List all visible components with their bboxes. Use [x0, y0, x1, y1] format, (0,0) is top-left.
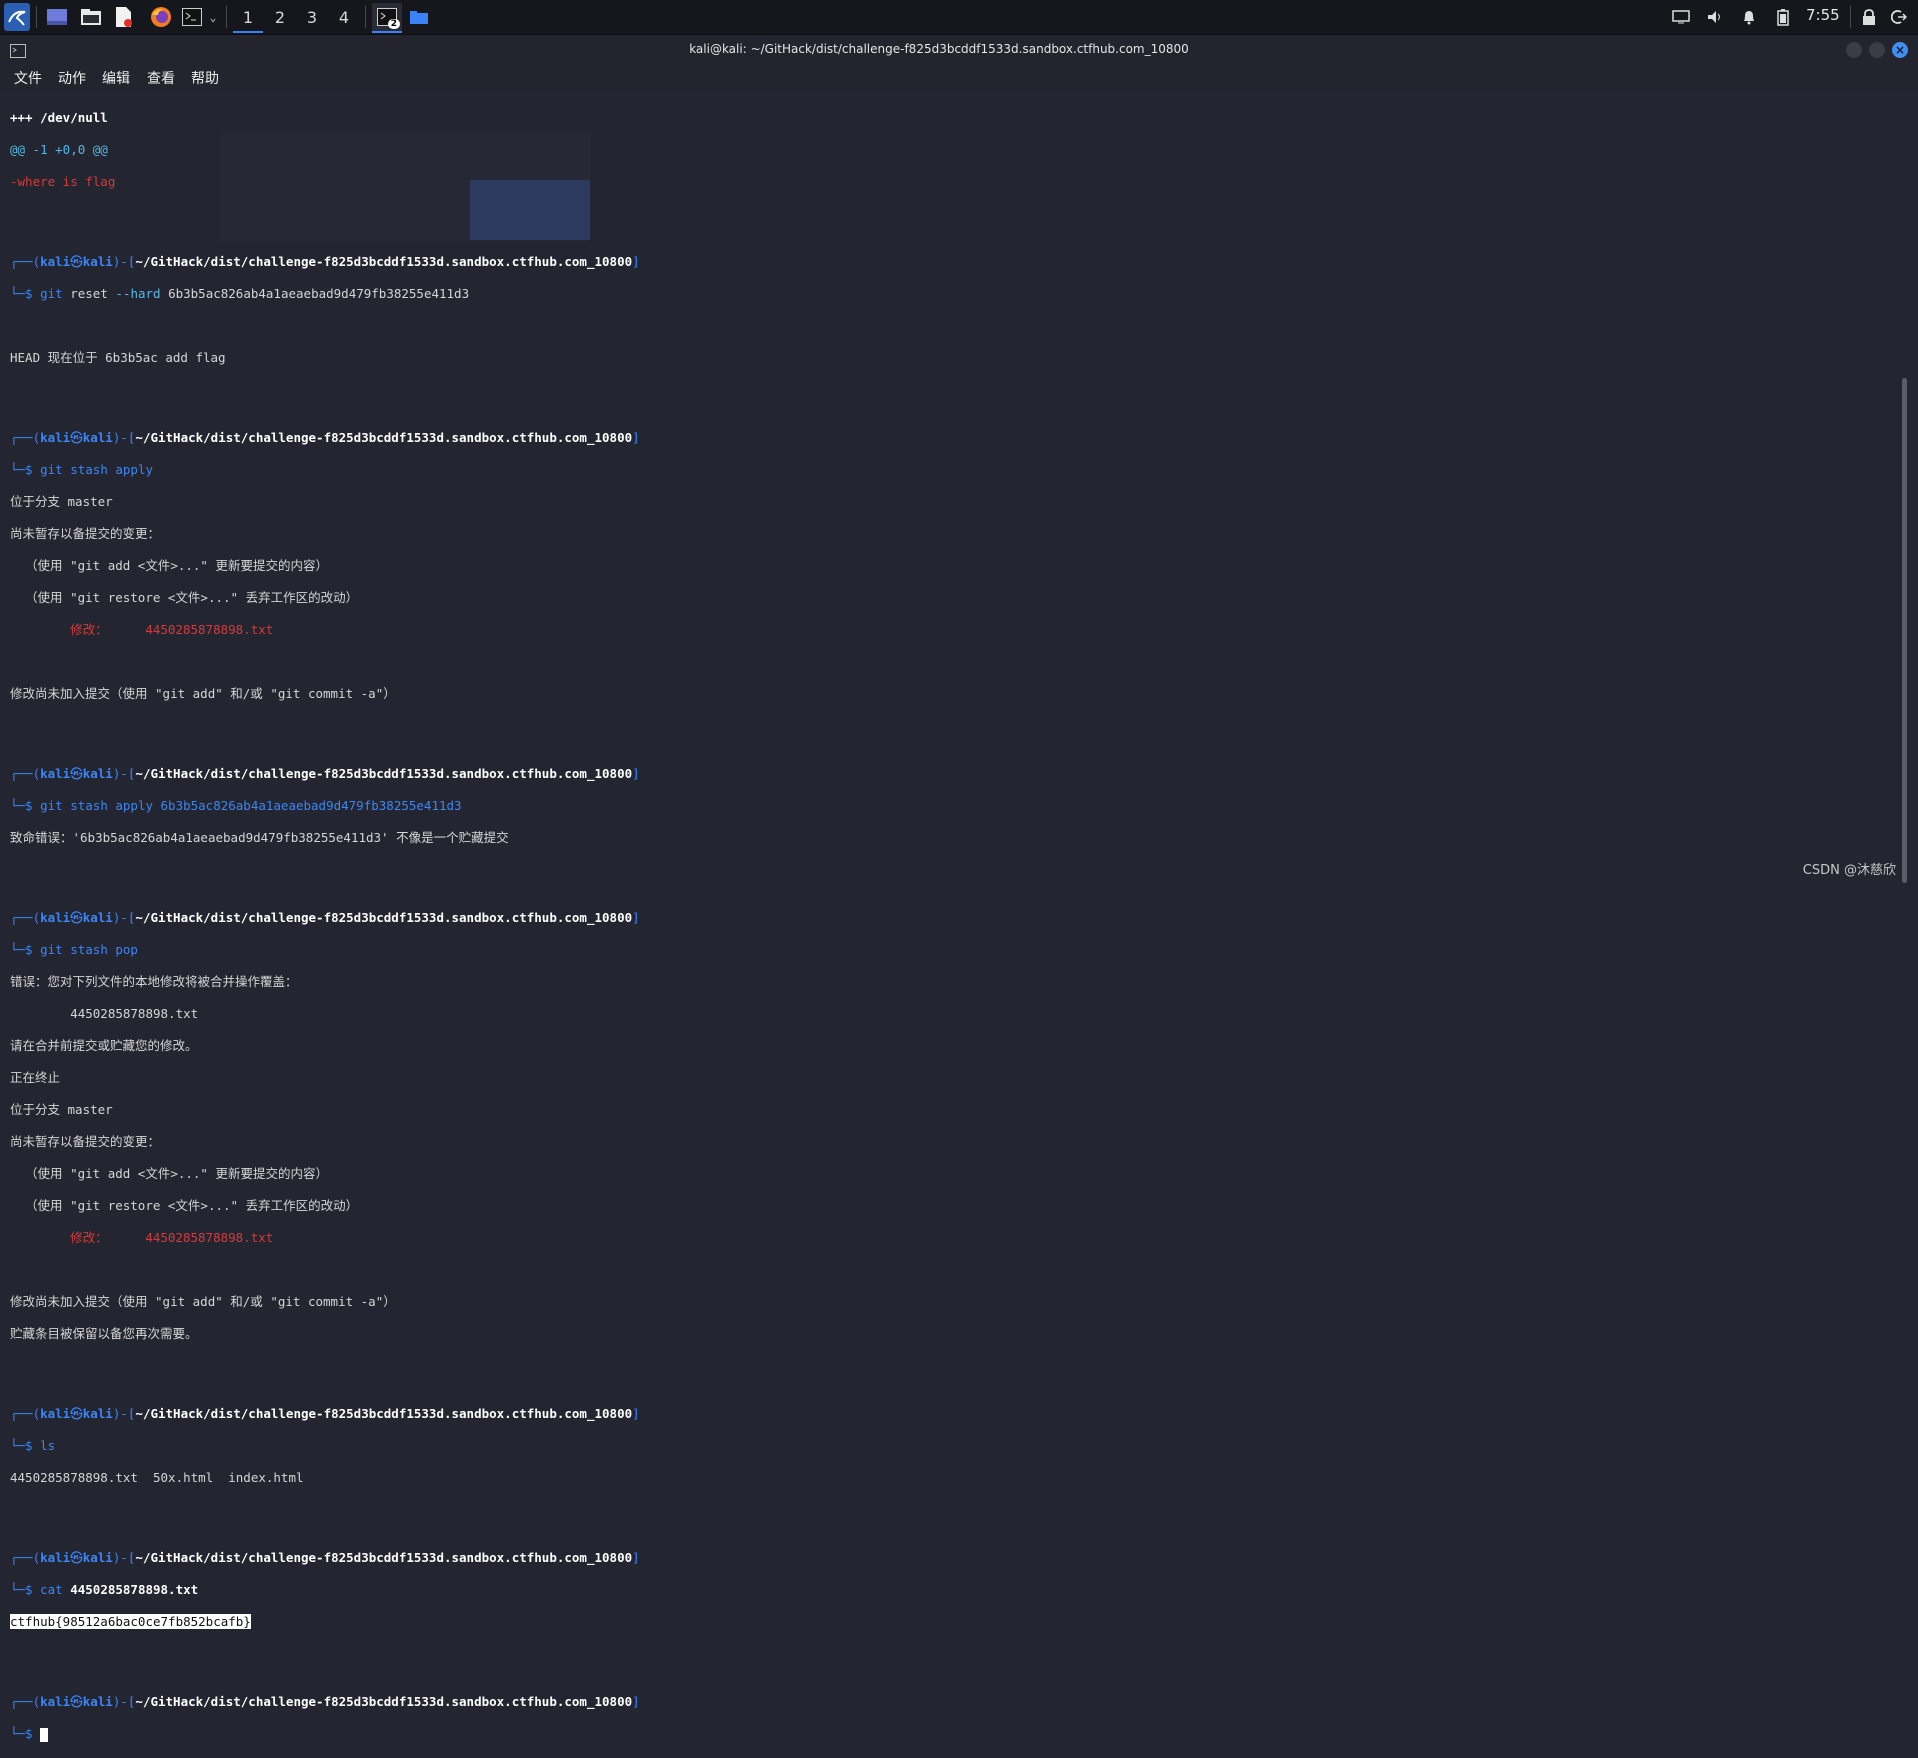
flag-output-line: ctfhub{98512a6bac0ce7fb852bcafb} [10, 1614, 1890, 1630]
prompt-line: ┌──(kali㉿kali)-[~/GitHack/dist/challenge… [10, 766, 640, 781]
output-line: （使用 "git add <文件>..." 更新要提交的内容） [10, 558, 328, 573]
command-line: └─$ git stash apply 6b3b5ac826ab4a1aeaeb… [10, 798, 462, 813]
taskbar-folder-window[interactable] [408, 5, 430, 29]
output-line: 位于分支 master [10, 1102, 113, 1117]
volume-icon[interactable] [1704, 6, 1726, 28]
modified-file-line: 修改： 4450285878898.txt [10, 622, 274, 637]
output-line: （使用 "git restore <文件>..." 丢弃工作区的改动） [10, 1198, 359, 1213]
terminal-scrollbar[interactable] [1902, 378, 1907, 883]
command-line: └─$ git reset --hard 6b3b5ac826ab4a1aeae… [10, 286, 470, 301]
close-button[interactable]: × [1892, 42, 1908, 58]
command-line: └─$ cat 4450285878898.txt [10, 1582, 199, 1597]
workspace-1[interactable]: 1 [233, 3, 263, 33]
prompt-line: ┌──(kali㉿kali)-[~/GitHack/dist/challenge… [10, 910, 640, 925]
text-cursor [40, 1727, 49, 1742]
output-line: 修改尚未加入提交（使用 "git add" 和/或 "git commit -a… [10, 1294, 396, 1309]
output-line: 正在终止 [10, 1070, 61, 1085]
menu-edit[interactable]: 编辑 [102, 68, 130, 88]
minimize-button[interactable] [1846, 42, 1862, 58]
output-line: 4450285878898.txt 50x.html index.html [10, 1470, 304, 1485]
file-manager-icon[interactable] [78, 5, 104, 29]
lock-screen-icon[interactable] [1858, 6, 1880, 28]
terminal-output[interactable]: +++ /dev/null @@ -1 +0,0 @@ -where is fl… [10, 94, 1890, 1758]
text-editor-icon[interactable] [110, 5, 136, 29]
output-line: （使用 "git restore <文件>..." 丢弃工作区的改动） [10, 590, 359, 605]
window-title: kali@kali: ~/GitHack/dist/challenge-f825… [689, 42, 1189, 56]
prompt-line: ┌──(kali㉿kali)-[~/GitHack/dist/challenge… [10, 1694, 640, 1709]
window-count-badge: 2 [387, 19, 400, 29]
output-line: 4450285878898.txt [10, 1006, 199, 1021]
kali-menu-icon[interactable] [4, 3, 30, 31]
diff-line: +++ /dev/null [10, 110, 108, 125]
watermark: CSDN @沐慈欣 [1802, 863, 1896, 878]
prompt-line: ┌──(kali㉿kali)-[~/GitHack/dist/challenge… [10, 254, 640, 269]
clock[interactable]: 7:55 [1806, 6, 1840, 24]
prompt-line: ┌──(kali㉿kali)-[~/GitHack/dist/challenge… [10, 430, 640, 445]
command-line: └─$ git stash pop [10, 942, 138, 957]
selected-flag-text[interactable]: ctfhub{98512a6bac0ce7fb852bcafb} [10, 1614, 251, 1629]
taskbar-terminal-window[interactable]: 2 [372, 3, 402, 33]
output-line: （使用 "git add <文件>..." 更新要提交的内容） [10, 1166, 328, 1181]
display-icon[interactable] [1670, 6, 1692, 28]
logout-icon[interactable] [1888, 6, 1910, 28]
output-line: 请在合并前提交或贮藏您的修改。 [10, 1038, 198, 1053]
command-line: └─$ ls [10, 1438, 56, 1453]
output-line: 错误：您对下列文件的本地修改将被合并操作覆盖： [10, 974, 298, 989]
menu-bar [0, 66, 1918, 90]
prompt-line: ┌──(kali㉿kali)-[~/GitHack/dist/challenge… [10, 1406, 640, 1421]
output-line: 尚未暂存以备提交的变更： [10, 1134, 161, 1149]
top-panel: ⌄ 1 2 3 4 2 7:55 [0, 0, 1918, 35]
menu-file[interactable]: 文件 [14, 68, 42, 88]
output-line: 位于分支 master [10, 494, 113, 509]
output-line: 致命错误：'6b3b5ac826ab4a1aeaebad9d479fb38255… [10, 830, 509, 845]
menu-view[interactable]: 查看 [147, 68, 175, 88]
maximize-button[interactable] [1869, 42, 1885, 58]
menu-help[interactable]: 帮助 [191, 68, 219, 88]
workspace-2[interactable]: 2 [265, 3, 295, 31]
diff-removed-line: -where is flag [10, 174, 116, 189]
output-line: 贮藏条目被保留以备您再次需要。 [10, 1326, 198, 1341]
output-line: 尚未暂存以备提交的变更： [10, 526, 161, 541]
modified-file-line: 修改： 4450285878898.txt [10, 1230, 274, 1245]
workspace-4[interactable]: 4 [329, 3, 359, 31]
battery-icon[interactable] [1772, 6, 1794, 28]
chevron-down-icon[interactable]: ⌄ [206, 5, 220, 29]
prompt-line: ┌──(kali㉿kali)-[~/GitHack/dist/challenge… [10, 1550, 640, 1565]
firefox-icon[interactable] [148, 5, 174, 29]
workspace-3[interactable]: 3 [297, 3, 327, 31]
show-desktop-icon[interactable] [44, 5, 70, 29]
output-line: 修改尚未加入提交（使用 "git add" 和/或 "git commit -a… [10, 686, 396, 701]
notifications-bell-icon[interactable] [1738, 6, 1760, 28]
menu-action[interactable]: 动作 [58, 68, 86, 88]
output-line: HEAD 现在位于 6b3b5ac add flag [10, 350, 226, 365]
active-command-line[interactable]: └─$ [10, 1726, 1890, 1742]
terminal-launcher-icon[interactable] [180, 5, 204, 29]
command-line: └─$ git stash apply [10, 462, 153, 477]
diff-hunk-line: @@ -1 +0,0 @@ [10, 142, 108, 157]
